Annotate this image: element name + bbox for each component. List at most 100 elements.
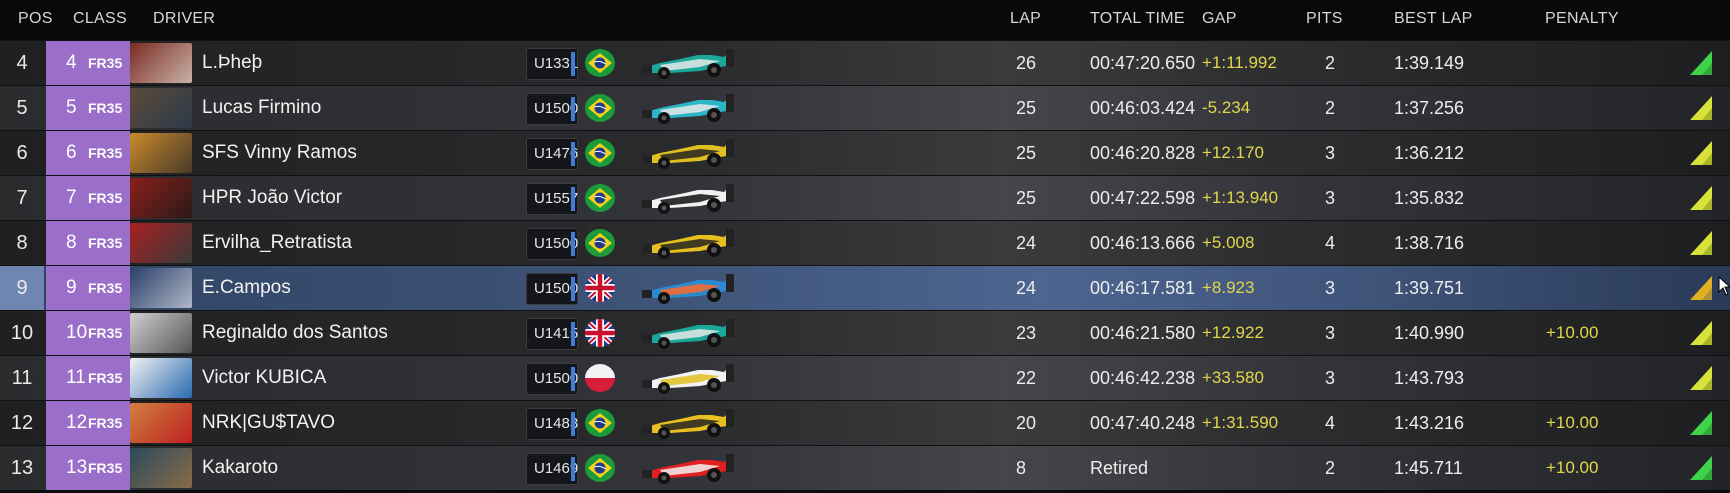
safety-rating-badge: U1415 bbox=[526, 318, 578, 350]
total-time: 00:47:40.248 bbox=[1090, 413, 1196, 433]
brazil-flag-icon bbox=[585, 184, 615, 212]
pit-count: 4 bbox=[1325, 233, 1336, 253]
driver-name[interactable]: Victor KUBICA bbox=[202, 356, 326, 400]
avatar bbox=[130, 448, 192, 488]
table-row[interactable]: 8 8 FR35 Ervilha_Retratista U1500 24 00:46:13.… bbox=[0, 220, 1730, 265]
position: 6 bbox=[16, 142, 28, 164]
connection-signal-icon bbox=[1688, 362, 1714, 392]
rating-bar bbox=[571, 322, 575, 346]
pit-count: 4 bbox=[1325, 413, 1336, 433]
driver-name[interactable]: Lucas Firmino bbox=[202, 86, 321, 130]
best-lap: 1:45.711 bbox=[1394, 458, 1463, 478]
rating-bar bbox=[571, 142, 575, 166]
avatar bbox=[130, 133, 192, 173]
safety-rating-badge: U1500 bbox=[526, 93, 578, 125]
gap-value: -5.234 bbox=[1202, 98, 1251, 117]
brazil-flag-icon bbox=[585, 139, 615, 167]
driver-name[interactable]: Ervilha_Retratista bbox=[202, 221, 352, 265]
class-position: 4 bbox=[66, 52, 77, 73]
lap-count: 24 bbox=[1016, 278, 1037, 298]
connection-signal-icon bbox=[1688, 452, 1714, 482]
brazil-flag-icon bbox=[585, 94, 615, 122]
total-time: 00:46:20.828 bbox=[1090, 143, 1196, 163]
class-badge: 13 FR35 bbox=[46, 446, 130, 490]
table-row[interactable]: 7 7 FR35 HPR João Victor U1557 25 00:47:22.598… bbox=[0, 175, 1730, 220]
best-lap: 1:43.793 bbox=[1394, 368, 1465, 388]
table-row[interactable]: 13 13 FR35 Kakaroto U1469 8 Retired 2 1:45.711 +1… bbox=[0, 445, 1730, 490]
total-time: 00:47:22.598 bbox=[1090, 188, 1196, 208]
position: 11 bbox=[11, 367, 33, 389]
avatar bbox=[130, 88, 192, 128]
gap-value: +1:11.992 bbox=[1202, 53, 1277, 72]
class-badge: 7 FR35 bbox=[46, 176, 130, 220]
best-lap: 1:36.212 bbox=[1394, 143, 1465, 163]
avatar bbox=[130, 223, 192, 263]
avatar bbox=[130, 178, 192, 218]
position: 12 bbox=[10, 412, 34, 434]
position: 7 bbox=[16, 187, 28, 209]
best-lap: 1:39.751 bbox=[1394, 278, 1465, 298]
gap-value: +5.008 bbox=[1202, 233, 1255, 252]
class-position: 9 bbox=[66, 277, 77, 298]
driver-name[interactable]: SFS Vinny Ramos bbox=[202, 131, 357, 175]
safety-rating-badge: U1331 bbox=[526, 48, 578, 80]
safety-rating-badge: U1500 bbox=[526, 273, 578, 305]
position: 10 bbox=[10, 322, 34, 344]
driver-name[interactable]: E.Campos bbox=[202, 266, 291, 310]
class-name: FR35 bbox=[88, 55, 123, 71]
class-name: FR35 bbox=[88, 325, 123, 341]
table-row[interactable]: 11 11 FR35 Victor KUBICA U1500 22 00:46:42.238… bbox=[0, 355, 1730, 400]
class-name: FR35 bbox=[88, 235, 123, 251]
class-badge: 5 FR35 bbox=[46, 86, 130, 130]
safety-rating-badge: U1476 bbox=[526, 138, 578, 170]
connection-signal-icon bbox=[1688, 317, 1714, 347]
class-position: 8 bbox=[66, 232, 77, 253]
table-row[interactable]: 12 12 FR35 NRK|GU$TAVO U1483 20 00:47:40.248 +1… bbox=[0, 400, 1730, 445]
rating-bar bbox=[571, 232, 575, 256]
best-lap: 1:38.716 bbox=[1394, 233, 1465, 253]
car-livery-icon bbox=[640, 178, 736, 218]
table-row[interactable]: 5 5 FR35 Lucas Firmino U1500 25 00:46:03.424 -5… bbox=[0, 85, 1730, 130]
table-row[interactable]: 6 6 FR35 SFS Vinny Ramos U1476 25 00:46:20.828… bbox=[0, 130, 1730, 175]
penalty-value: +10.00 bbox=[1546, 323, 1599, 342]
avatar bbox=[130, 403, 192, 443]
safety-rating-badge: U1557 bbox=[526, 183, 578, 215]
driver-name[interactable]: L.Þheþ bbox=[202, 41, 262, 85]
lap-count: 24 bbox=[1016, 233, 1037, 253]
class-position: 12 bbox=[66, 412, 88, 433]
pit-count: 3 bbox=[1325, 368, 1336, 388]
table-header: POS CLASS DRIVER LAP TOTAL TIME GAP PITS… bbox=[0, 0, 1730, 40]
header-class: CLASS bbox=[73, 10, 127, 27]
header-pits: PITS bbox=[1306, 10, 1343, 27]
class-badge: 11 FR35 bbox=[46, 356, 130, 400]
safety-rating-badge: U1500 bbox=[526, 363, 578, 395]
position: 4 bbox=[16, 52, 28, 74]
driver-name[interactable]: HPR João Victor bbox=[202, 176, 342, 220]
table-row[interactable]: 4 4 FR35 L.Þheþ U1331 26 00:47:20.650 +1:11.992… bbox=[0, 40, 1730, 85]
connection-signal-icon bbox=[1688, 47, 1714, 77]
brazil-flag-icon bbox=[585, 49, 615, 77]
connection-signal-icon bbox=[1688, 227, 1714, 257]
rating-bar bbox=[571, 457, 575, 481]
car-livery-icon bbox=[640, 43, 736, 83]
driver-name[interactable]: NRK|GU$TAVO bbox=[202, 401, 335, 445]
header-total-time: TOTAL TIME bbox=[1090, 10, 1185, 27]
connection-signal-icon bbox=[1688, 407, 1714, 437]
lap-count: 22 bbox=[1016, 368, 1037, 388]
table-row[interactable]: 9 9 FR35 E.Campos U1500 24 00:46:17.581 +8.923 3… bbox=[0, 265, 1730, 310]
connection-signal-icon bbox=[1688, 92, 1714, 122]
table-row[interactable]: 10 10 FR35 Reginaldo dos Santos U1415 23 00:46… bbox=[0, 310, 1730, 355]
lap-count: 20 bbox=[1016, 413, 1037, 433]
driver-name[interactable]: Reginaldo dos Santos bbox=[202, 311, 388, 355]
pit-count: 2 bbox=[1325, 458, 1336, 478]
header-pos: POS bbox=[18, 10, 53, 27]
driver-name[interactable]: Kakaroto bbox=[202, 446, 278, 490]
car-livery-icon bbox=[640, 358, 736, 398]
best-lap: 1:40.990 bbox=[1394, 323, 1465, 343]
class-badge: 12 FR35 bbox=[46, 401, 130, 445]
total-time: 00:46:03.424 bbox=[1090, 98, 1196, 118]
lap-count: 26 bbox=[1016, 53, 1037, 73]
pit-count: 2 bbox=[1325, 98, 1336, 118]
total-time: 00:46:17.581 bbox=[1090, 278, 1196, 298]
position: 13 bbox=[10, 457, 34, 479]
